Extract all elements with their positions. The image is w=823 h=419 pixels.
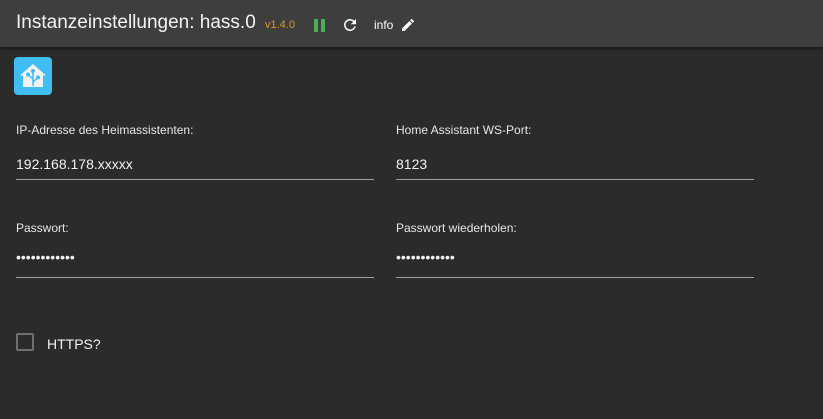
page-title: Instanzeinstellungen: hass.0 [16, 12, 256, 33]
instance-settings-page: Instanzeinstellungen: hass.0 v1.4.0 info [0, 0, 823, 419]
pause-icon[interactable] [312, 18, 326, 33]
password-repeat-input[interactable]: •••••••••••• [396, 249, 754, 278]
password-repeat-label: Passwort wiederholen: [396, 221, 517, 235]
title-bar: Instanzeinstellungen: hass.0 v1.4.0 info [0, 0, 823, 47]
ws-port-label: Home Assistant WS-Port: [396, 123, 532, 137]
ip-address-input[interactable] [16, 153, 374, 180]
home-assistant-logo-icon [14, 57, 52, 95]
https-checkbox[interactable] [16, 333, 34, 351]
password-label: Passwort: [16, 221, 69, 235]
ws-port-field: Home Assistant WS-Port: [396, 123, 754, 180]
restart-icon[interactable] [341, 16, 359, 34]
info-link[interactable]: info [374, 18, 393, 32]
password-repeat-field: Passwort wiederholen: •••••••••••• [396, 221, 754, 278]
password-field: Passwort: •••••••••••• [16, 221, 374, 278]
version-label: v1.4.0 [265, 19, 295, 31]
password-input[interactable]: •••••••••••• [16, 249, 374, 278]
https-label: HTTPS? [47, 336, 101, 352]
ws-port-input[interactable] [396, 153, 754, 180]
pencil-icon[interactable] [400, 17, 416, 33]
ip-address-field: IP-Adresse des Heimassistenten: [16, 123, 374, 180]
ip-address-label: IP-Adresse des Heimassistenten: [16, 123, 194, 137]
